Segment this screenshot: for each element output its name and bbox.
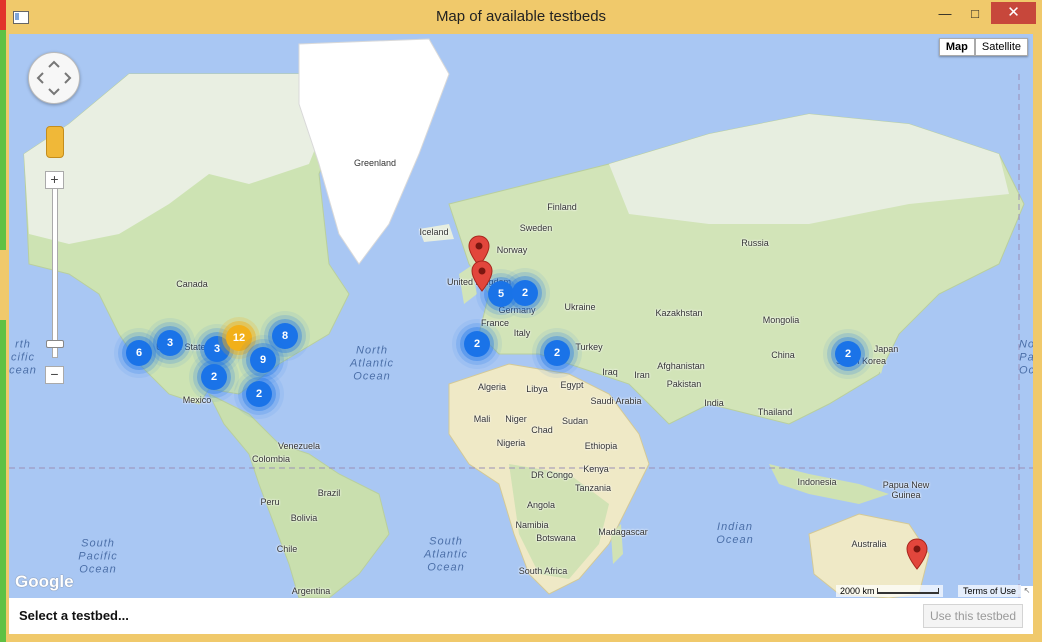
minimize-button[interactable]: —	[930, 3, 960, 25]
map-label-chad: Chad	[531, 425, 553, 435]
map-resize-icon[interactable]: ↖	[1021, 586, 1033, 598]
map-marker-pin-icon-australia-east[interactable]	[906, 538, 928, 570]
ocean-label-indian: Indian Ocean	[716, 521, 754, 546]
map-label-iran: Iran	[634, 370, 650, 380]
map-marker-pin-icon-england[interactable]	[471, 260, 493, 292]
map-label-libya: Libya	[526, 384, 548, 394]
map-label-iceland: Iceland	[419, 227, 449, 237]
testbed-cluster-us-texas[interactable]: 2	[201, 364, 227, 390]
map-label-chile: Chile	[276, 544, 298, 554]
testbed-cluster-spain[interactable]: 2	[464, 331, 490, 357]
map-label-peru: Peru	[260, 497, 280, 507]
close-button[interactable]: ✕	[991, 2, 1036, 24]
window-client-area: Map Satellite + − Greenland Iceland Finlan…	[9, 34, 1033, 634]
testbed-cluster-central-europe[interactable]: 2	[512, 280, 538, 306]
map-label-south-africa: South Africa	[518, 566, 568, 576]
pan-arrows-icon	[36, 60, 72, 96]
map-basemap	[9, 34, 1033, 598]
map-label-mexico: Mexico	[182, 395, 212, 405]
map-label-botswana: Botswana	[536, 533, 576, 543]
map-label-italy: Italy	[513, 328, 531, 338]
map-label-niger: Niger	[505, 414, 527, 424]
map-label-iraq: Iraq	[602, 367, 618, 377]
map-label-indonesia: Indonesia	[797, 477, 837, 487]
map-label-sweden: Sweden	[519, 223, 553, 233]
maximize-button[interactable]: □	[960, 3, 990, 25]
maptype-control: Map Satellite	[938, 38, 1028, 56]
ocean-label-north-atlantic: North Atlantic Ocean	[349, 344, 395, 383]
map-label-turkey: Turkey	[575, 342, 603, 352]
map-label-papua-new-guinea: Papua New Guinea	[882, 480, 930, 500]
testbed-cluster-us-gulf[interactable]: 2	[246, 381, 272, 407]
ocean-label-south-atlantic: South Atlantic Ocean	[423, 535, 469, 574]
window-title: Map of available testbeds	[435, 8, 607, 25]
map-label-france: France	[480, 318, 510, 328]
map-label-finland: Finland	[547, 202, 577, 212]
map-label-tanzania: Tanzania	[574, 483, 612, 493]
map-label-angola: Angola	[526, 500, 556, 510]
map-label-greenland: Greenland	[353, 158, 397, 168]
map-label-mali: Mali	[473, 414, 491, 424]
map-label-kazakhstan: Kazakhstan	[655, 308, 703, 318]
map-label-brazil: Brazil	[317, 488, 341, 498]
map-label-canada: Canada	[176, 279, 208, 289]
map-label-mongolia: Mongolia	[762, 315, 800, 325]
map-label-dr-congo: DR Congo	[530, 470, 574, 480]
map-label-thailand: Thailand	[757, 407, 793, 417]
window-edge-strip	[0, 0, 6, 642]
map-label-madagascar: Madagascar	[598, 527, 648, 537]
use-testbed-button[interactable]: Use this testbed	[923, 604, 1023, 628]
status-text: Select a testbed...	[19, 608, 129, 623]
street-view-pegman-icon[interactable]	[46, 126, 64, 158]
map-label-argentina: Argentina	[291, 586, 331, 596]
testbed-cluster-korea[interactable]: 2	[835, 341, 861, 367]
maptype-map-button[interactable]: Map	[938, 38, 975, 56]
map-label-russia: Russia	[741, 238, 769, 248]
map-label-norway: Norway	[496, 245, 528, 255]
scale-text: 2000 km	[839, 586, 875, 596]
map-label-china: China	[771, 350, 795, 360]
map-label-venezuela: Venezuela	[277, 441, 321, 451]
map-label-ukraine: Ukraine	[564, 302, 596, 312]
testbed-cluster-us-east[interactable]: 8	[272, 323, 298, 349]
zoom-out-button[interactable]: −	[45, 366, 64, 384]
app-window: Map of available testbeds — □ ✕ Map Sate…	[0, 0, 1042, 642]
map-label-kenya: Kenya	[583, 464, 609, 474]
map-label-japan: Japan	[873, 344, 899, 354]
map-label-india: India	[704, 398, 724, 408]
map-label-namibia: Namibia	[515, 520, 549, 530]
map-label-egypt: Egypt	[560, 380, 584, 390]
testbed-cluster-us-great-lakes[interactable]: 12	[226, 325, 252, 351]
map-label-sudan: Sudan	[561, 416, 589, 426]
zoom-slider-thumb[interactable]	[46, 340, 64, 348]
title-bar[interactable]: Map of available testbeds — □ ✕	[0, 0, 1042, 34]
footer-bar: Select a testbed... Use this testbed	[9, 598, 1033, 634]
map-label-australia: Australia	[851, 539, 887, 549]
ocean-label-north-pacific-left: rth cific cean	[9, 338, 37, 377]
google-logo: Google	[15, 572, 74, 591]
testbed-cluster-western-us[interactable]: 6	[126, 340, 152, 366]
map-label-ethiopia: Ethiopia	[584, 441, 618, 451]
map-label-nigeria: Nigeria	[496, 438, 526, 448]
maptype-satellite-button[interactable]: Satellite	[974, 38, 1028, 56]
map-label-bolivia: Bolivia	[290, 513, 318, 523]
zoom-in-button[interactable]: +	[45, 171, 64, 189]
pan-control[interactable]	[28, 52, 80, 104]
scale-bar: 2000 km	[835, 585, 943, 597]
map-label-afghanistan: Afghanistan	[657, 361, 705, 371]
testbed-cluster-us-southeast[interactable]: 9	[250, 347, 276, 373]
map-label-pakistan: Pakistan	[666, 379, 702, 389]
testbed-cluster-us-mountain[interactable]: 3	[157, 330, 183, 356]
terms-of-use-link[interactable]: Terms of Use	[957, 585, 1021, 597]
world-map[interactable]: Map Satellite + − Greenland Iceland Finlan…	[9, 34, 1033, 598]
ocean-label-south-pacific: South Pacific Ocean	[78, 537, 118, 576]
map-label-algeria: Algeria	[477, 382, 507, 392]
ocean-label-north-pacific-right: No Pa Oc	[1018, 338, 1033, 377]
map-label-colombia: Colombia	[251, 454, 291, 464]
map-label-saudi-arabia: Saudi Arabia	[590, 396, 642, 406]
testbed-cluster-greece[interactable]: 2	[544, 340, 570, 366]
zoom-slider-track[interactable]	[52, 186, 58, 358]
